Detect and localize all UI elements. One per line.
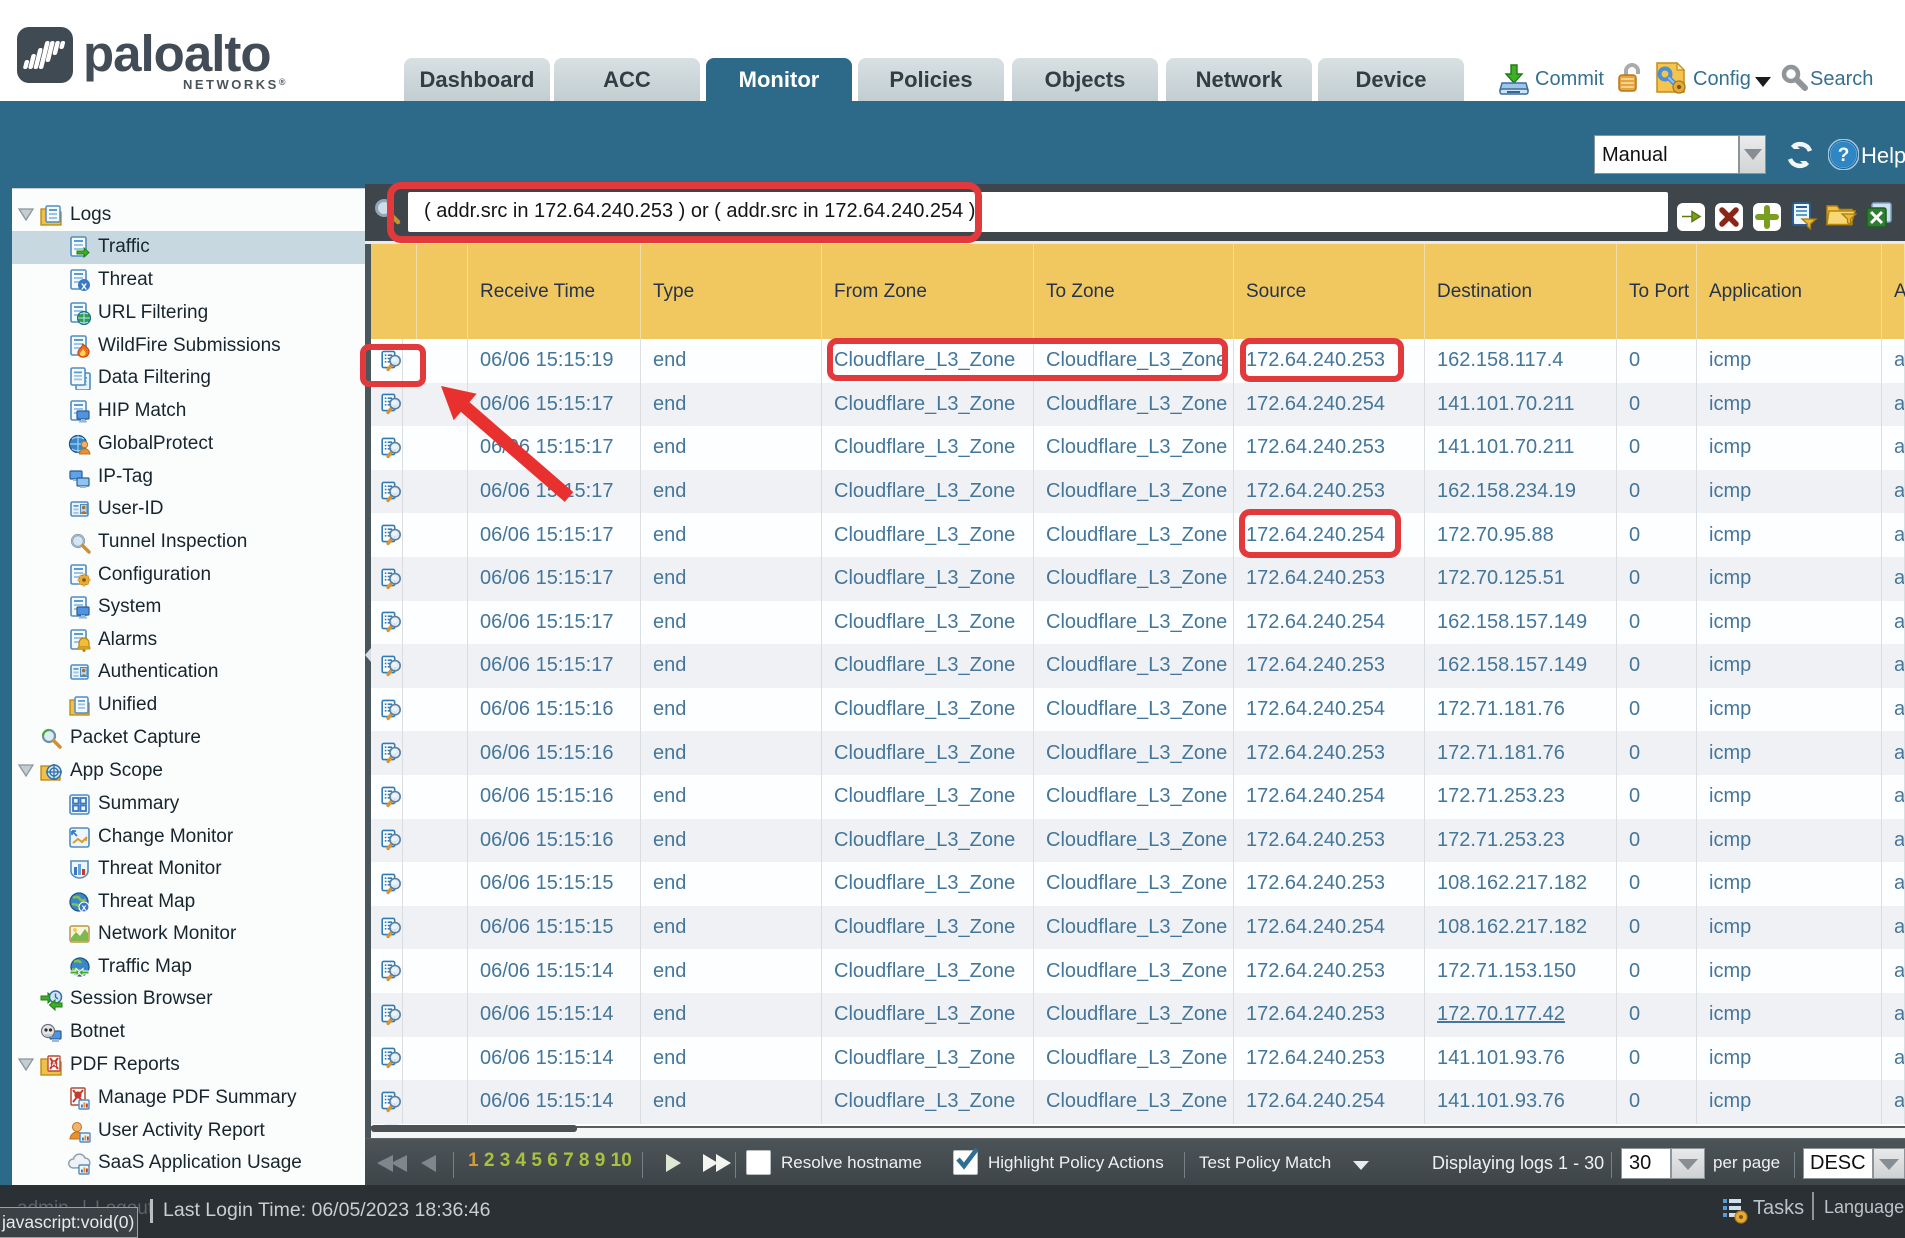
svg-text:A: A [52, 1061, 57, 1068]
svg-text:?: ? [1838, 145, 1850, 166]
svg-text:x: x [81, 902, 86, 912]
svg-text:x: x [81, 280, 88, 292]
